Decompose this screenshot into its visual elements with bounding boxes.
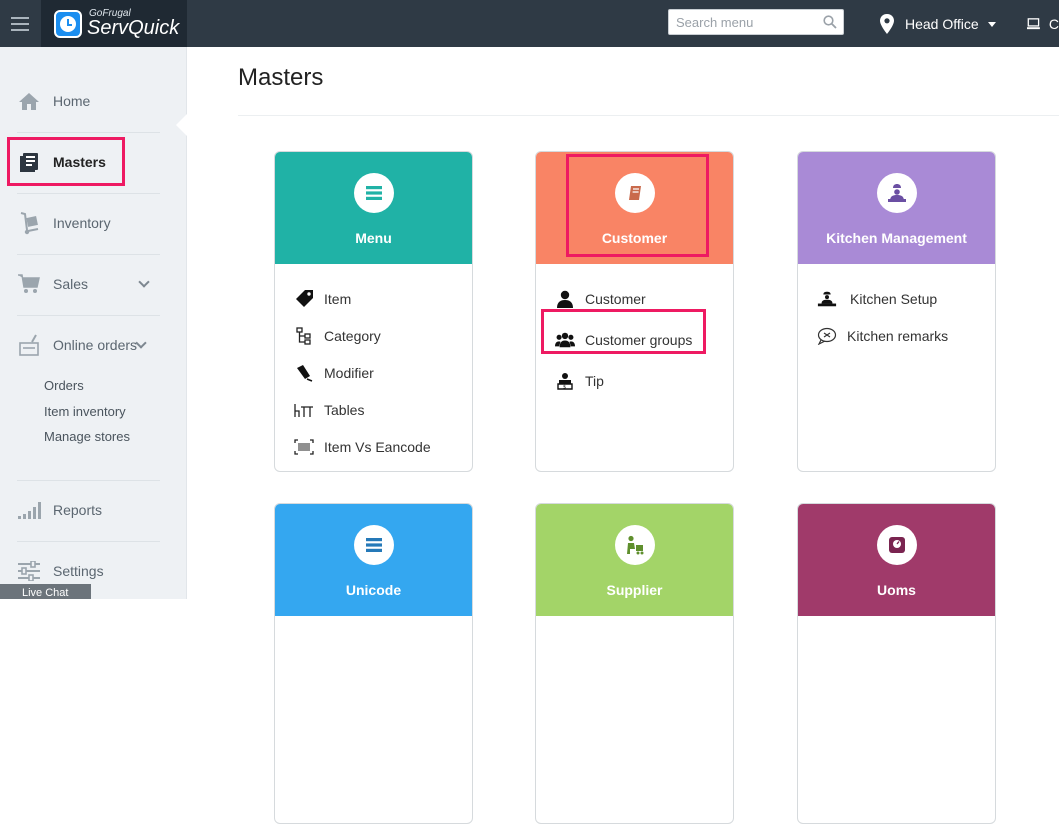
table-icon	[294, 400, 314, 420]
menu-item-label: Modifier	[324, 364, 374, 381]
menu-item-item-vs-eancode[interactable]: Item Vs Eancode	[275, 428, 472, 465]
search-icon[interactable]	[823, 15, 837, 29]
menu-item-item[interactable]: Item	[275, 280, 472, 317]
sidebar: Home Masters Inventory Sales Online orde…	[0, 47, 187, 599]
tip-icon: $	[555, 371, 575, 391]
menu-item-kitchen-setup[interactable]: Kitchen Setup	[798, 280, 995, 317]
card-unicode: Unicode	[274, 503, 473, 824]
location-label: Head Office	[905, 16, 979, 32]
sidebar-item-sales[interactable]: Sales	[17, 254, 160, 314]
menu-item-category[interactable]: Category	[275, 317, 472, 354]
menu-item-label: Tables	[324, 401, 365, 418]
scale-icon	[876, 525, 917, 565]
menu-item-label: Tip	[585, 372, 604, 389]
card-uoms: Uoms	[797, 503, 996, 824]
divider	[238, 115, 1059, 116]
sidebar-item-label: Online orders	[53, 337, 138, 353]
sidebar-subitem-item-inventory[interactable]: Item inventory	[44, 404, 126, 419]
menu-item-label: Kitchen remarks	[847, 327, 949, 344]
card-header[interactable]: Uoms	[798, 504, 995, 616]
online-orders-icon	[17, 333, 41, 357]
card-header[interactable]: Unicode	[275, 504, 472, 616]
remarks-icon	[817, 326, 837, 346]
location-selector[interactable]: Head Office	[878, 11, 996, 37]
sidebar-item-home[interactable]: Home	[17, 71, 160, 131]
hamburger-menu-icon[interactable]	[0, 0, 40, 47]
location-pin-icon	[880, 14, 894, 34]
sidebar-item-label: Inventory	[53, 215, 111, 231]
kitchen-setup-icon	[817, 289, 837, 309]
chevron-down-icon[interactable]	[138, 276, 150, 288]
search-input[interactable]	[669, 10, 815, 34]
active-indicator	[176, 114, 187, 136]
page-title: Masters	[238, 64, 324, 91]
card-title: Supplier	[606, 582, 663, 598]
sidebar-item-reports[interactable]: Reports	[17, 480, 160, 540]
card-title: Unicode	[345, 582, 402, 598]
sidebar-item-label: Settings	[53, 563, 104, 579]
top-bar: GoFrugal ServQuick Head Office C	[0, 0, 1059, 47]
chef-icon	[876, 173, 917, 213]
card-header[interactable]: Supplier	[536, 504, 733, 616]
category-tree-icon	[294, 326, 314, 346]
tag-icon	[294, 289, 314, 309]
card-title: Menu	[355, 230, 392, 246]
home-icon	[17, 89, 41, 113]
menu-item-kitchen-remarks[interactable]: Kitchen remarks	[798, 317, 995, 354]
cart-icon	[17, 272, 41, 296]
sidebar-item-label: Reports	[53, 502, 103, 518]
card-title: Uoms	[877, 582, 916, 598]
chevron-down-icon	[987, 21, 996, 27]
highlight-box-customer-card	[566, 154, 709, 257]
barcode-icon	[294, 437, 314, 457]
menu-item-tables[interactable]: Tables	[275, 391, 472, 428]
menu-item-label: Category	[324, 327, 381, 344]
menu-item-label: Item	[324, 290, 352, 307]
menu-item-label: Kitchen Setup	[850, 290, 938, 307]
card-supplier: Supplier	[535, 503, 734, 824]
sidebar-item-label: Sales	[53, 276, 89, 292]
menu-item-modifier[interactable]: Modifier	[275, 354, 472, 391]
card-header[interactable]: Menu	[275, 152, 472, 264]
svg-text:$: $	[563, 384, 566, 390]
search-box	[668, 9, 844, 35]
sidebar-item-label: Home	[53, 93, 91, 109]
card-kitchen-management: Kitchen Management Kitchen Setup Kitchen…	[797, 151, 996, 472]
reports-icon	[17, 498, 41, 522]
sidebar-item-inventory[interactable]: Inventory	[17, 193, 160, 253]
live-chat-label: Live Chat	[22, 587, 69, 599]
brand-logo[interactable]: GoFrugal ServQuick	[41, 0, 187, 47]
highlight-box-customer-groups	[541, 309, 706, 354]
servquick-logo-icon	[54, 9, 82, 38]
modifier-icon	[294, 363, 314, 383]
highlight-box-masters	[7, 137, 125, 186]
card-menu: Menu Item Category Modifier Tables Item …	[274, 151, 473, 472]
menu-list-icon	[353, 173, 394, 213]
unicode-list-icon	[353, 525, 394, 565]
settings-icon	[17, 559, 41, 583]
monitor-icon	[1027, 18, 1040, 30]
inventory-icon	[17, 211, 41, 235]
terminal-selector[interactable]: C	[1013, 13, 1059, 35]
menu-item-label: Customer	[585, 290, 646, 307]
live-chat-tab[interactable]: Live Chat	[0, 584, 91, 599]
sidebar-item-online-orders[interactable]: Online orders	[17, 315, 160, 375]
sidebar-subitem-manage-stores[interactable]: Manage stores	[44, 429, 130, 444]
brand-name: ServQuick	[87, 17, 180, 39]
menu-item-label: Item Vs Eancode	[324, 438, 431, 455]
user-icon	[555, 289, 575, 309]
card-header[interactable]: Kitchen Management	[798, 152, 995, 264]
card-title: Kitchen Management	[826, 230, 967, 246]
terminal-label: C	[1048, 16, 1059, 32]
supplier-icon	[614, 525, 655, 565]
sidebar-subitem-orders[interactable]: Orders	[44, 378, 84, 393]
menu-item-tip[interactable]: $ Tip	[536, 362, 733, 399]
